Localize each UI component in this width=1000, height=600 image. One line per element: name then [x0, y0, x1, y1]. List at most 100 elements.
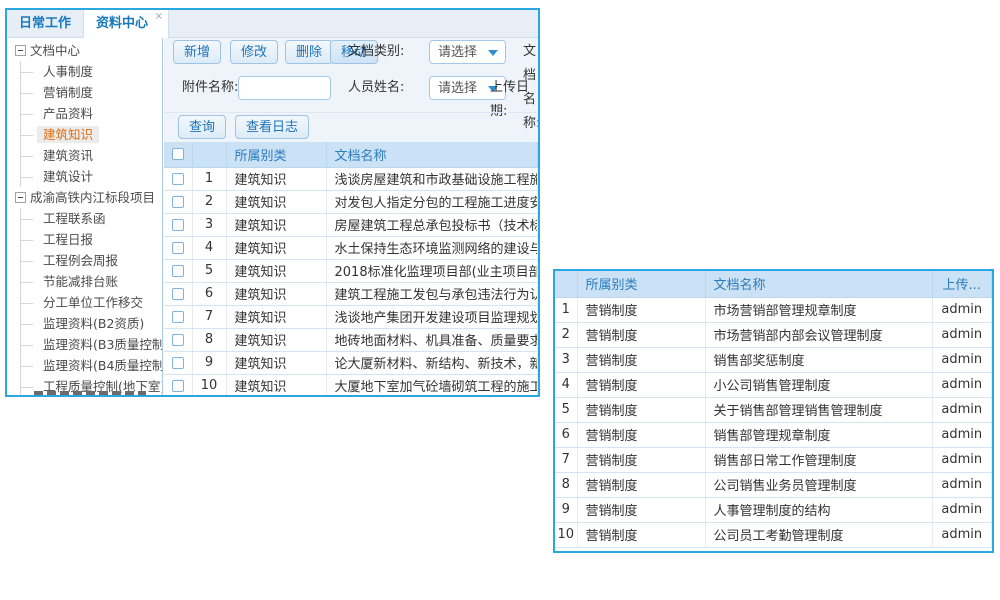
table-row[interactable]: 2营销制度市场营销部内部会议管理制度admin: [555, 322, 992, 347]
delete-button[interactable]: 删除: [285, 40, 333, 64]
table-row[interactable]: 4建筑知识水土保持生态环境监测网络的建设与资...: [164, 236, 538, 259]
table-row[interactable]: 6营销制度销售部管理规章制度admin: [555, 422, 992, 447]
table-row[interactable]: 7建筑知识浅谈地产集团开发建设项目监理规划编...: [164, 305, 538, 328]
tree-item-chengyu-rail-project[interactable]: 成渝高铁内江标段项目: [15, 187, 162, 208]
row-number: 6: [192, 282, 226, 305]
row-category: 建筑知识: [226, 328, 326, 351]
table-row[interactable]: 1建筑知识浅谈房屋建筑和市政基础设施工程施工...: [164, 167, 538, 190]
table-header-row: 所属别类 文档名称 上传...: [555, 271, 992, 297]
table-row[interactable]: 10建筑知识大厦地下室加气砼墙砌筑工程的施工方...: [164, 374, 538, 397]
row-doc-name: 2018标准化监理项目部(业主项目部)人员...: [326, 259, 538, 282]
row-doc-name: 销售部奖惩制度: [705, 347, 932, 372]
tree-item-energy-saving-ledger[interactable]: 节能减排台账: [20, 271, 162, 292]
row-uploader: admin: [932, 522, 992, 547]
table-row[interactable]: 5营销制度关于销售部管理销售管理制度admin: [555, 397, 992, 422]
table-row[interactable]: 10营销制度公司员工考勤管理制度admin: [555, 522, 992, 547]
row-number: 9: [192, 351, 226, 374]
table-row[interactable]: 5建筑知识2018标准化监理项目部(业主项目部)人员...: [164, 259, 538, 282]
row-doc-name: 论大厦新材料、新结构、新技术，新工...: [326, 351, 538, 374]
tree-item-hr-rules[interactable]: 人事制度: [20, 61, 162, 82]
row-category: 营销制度: [577, 522, 705, 547]
tab-label: 资料中心: [96, 16, 148, 31]
row-number: 10: [555, 522, 577, 547]
table-row[interactable]: 6建筑知识建筑工程施工发包与承包违法行为认定...: [164, 282, 538, 305]
table-row[interactable]: 8建筑知识地砖地面材料、机具准备、质量要求及...: [164, 328, 538, 351]
tree-item-project-weekly-meeting[interactable]: 工程例会周报: [20, 250, 162, 271]
row-category: 建筑知识: [226, 236, 326, 259]
row-checkbox[interactable]: [172, 380, 184, 392]
row-category: 建筑知识: [226, 213, 326, 236]
row-number: 8: [192, 328, 226, 351]
tree-item-supervision-b4[interactable]: 监理资料(B4质量控制): [20, 355, 162, 376]
row-doc-name: 销售部管理规章制度: [705, 422, 932, 447]
tree-item-construction-news[interactable]: 建筑资讯: [20, 145, 162, 166]
row-checkbox[interactable]: [172, 311, 184, 323]
tree-item-construction-design[interactable]: 建筑设计: [20, 166, 162, 187]
tab-bar: 日常工作 资料中心 ×: [7, 10, 538, 38]
row-checkbox[interactable]: [172, 196, 184, 208]
table-row[interactable]: 7营销制度销售部日常工作管理制度admin: [555, 447, 992, 472]
row-checkbox[interactable]: [172, 265, 184, 277]
marketing-documents-panel: 所属别类 文档名称 上传... 1营销制度市场营销部管理规章制度admin 2营…: [553, 269, 994, 553]
row-doc-name: 人事管理制度的结构: [705, 497, 932, 522]
table-row[interactable]: 3建筑知识房屋建筑工程总承包投标书（技术标）...: [164, 213, 538, 236]
tree-item-document-center[interactable]: 文档中心: [15, 40, 162, 61]
table-row[interactable]: 9营销制度人事管理制度的结构admin: [555, 497, 992, 522]
query-button[interactable]: 查询: [178, 115, 226, 139]
table-row[interactable]: 3营销制度销售部奖惩制度admin: [555, 347, 992, 372]
tree-item-subunit-work-transfer[interactable]: 分工单位工作移交: [20, 292, 162, 313]
tree-item-clipped[interactable]: [34, 391, 146, 395]
header-number: [192, 142, 226, 167]
document-table: 所属别类 文档名称 1建筑知识浅谈房屋建筑和市政基础设施工程施工... 2建筑知…: [164, 142, 538, 397]
row-doc-name: 建筑工程施工发包与承包违法行为认定...: [326, 282, 538, 305]
table-row[interactable]: 8营销制度公司销售业务员管理制度admin: [555, 472, 992, 497]
view-log-button[interactable]: 查看日志: [235, 115, 309, 139]
collapse-icon[interactable]: [15, 192, 26, 203]
row-number: 5: [192, 259, 226, 282]
row-checkbox[interactable]: [172, 357, 184, 369]
add-button[interactable]: 新增: [173, 40, 221, 64]
row-number: 7: [192, 305, 226, 328]
close-icon[interactable]: ×: [155, 11, 163, 23]
row-category: 建筑知识: [226, 259, 326, 282]
select-all-checkbox[interactable]: [172, 148, 184, 160]
tree-item-project-contact-letter[interactable]: 工程联系函: [20, 208, 162, 229]
tab-data-center[interactable]: 资料中心 ×: [83, 10, 169, 38]
row-checkbox[interactable]: [172, 334, 184, 346]
row-checkbox[interactable]: [172, 173, 184, 185]
tree-item-project-daily-report[interactable]: 工程日报: [20, 229, 162, 250]
marketing-document-table: 所属别类 文档名称 上传... 1营销制度市场营销部管理规章制度admin 2营…: [555, 271, 992, 548]
table-row[interactable]: 4营销制度小公司销售管理制度admin: [555, 372, 992, 397]
doc-category-select[interactable]: 请选择: [429, 40, 506, 64]
table-row[interactable]: 9建筑知识论大厦新材料、新结构、新技术，新工...: [164, 351, 538, 374]
table-row[interactable]: 1营销制度市场营销部管理规章制度admin: [555, 297, 992, 322]
row-number: 1: [192, 167, 226, 190]
table-row[interactable]: 2建筑知识对发包人指定分包的工程施工进度安排...: [164, 190, 538, 213]
row-doc-name: 公司员工考勤管理制度: [705, 522, 932, 547]
row-category: 营销制度: [577, 422, 705, 447]
row-uploader: admin: [932, 372, 992, 397]
row-uploader: admin: [932, 297, 992, 322]
tree-item-construction-knowledge[interactable]: 建筑知识: [20, 124, 162, 145]
tree-item-marketing-rules[interactable]: 营销制度: [20, 82, 162, 103]
row-uploader: admin: [932, 422, 992, 447]
row-checkbox[interactable]: [172, 242, 184, 254]
doc-name-label: 文档名称:: [523, 40, 540, 64]
attachment-name-input[interactable]: [238, 76, 331, 100]
row-uploader: admin: [932, 322, 992, 347]
row-category: 建筑知识: [226, 374, 326, 397]
tree-item-supervision-b3[interactable]: 监理资料(B3质量控制): [20, 334, 162, 355]
tree-item-product-materials[interactable]: 产品资料: [20, 103, 162, 124]
row-checkbox[interactable]: [172, 219, 184, 231]
tree-item-supervision-b2[interactable]: 监理资料(B2资质): [20, 313, 162, 334]
toolbar-divider: [164, 112, 538, 113]
row-doc-name: 公司销售业务员管理制度: [705, 472, 932, 497]
row-checkbox[interactable]: [172, 288, 184, 300]
header-category: 所属别类: [226, 142, 326, 167]
row-doc-name: 小公司销售管理制度: [705, 372, 932, 397]
tab-daily-work[interactable]: 日常工作: [7, 10, 83, 37]
edit-button[interactable]: 修改: [230, 40, 278, 64]
collapse-icon[interactable]: [15, 45, 26, 56]
row-number: 6: [555, 422, 577, 447]
row-doc-name: 浅谈房屋建筑和市政基础设施工程施工...: [326, 167, 538, 190]
